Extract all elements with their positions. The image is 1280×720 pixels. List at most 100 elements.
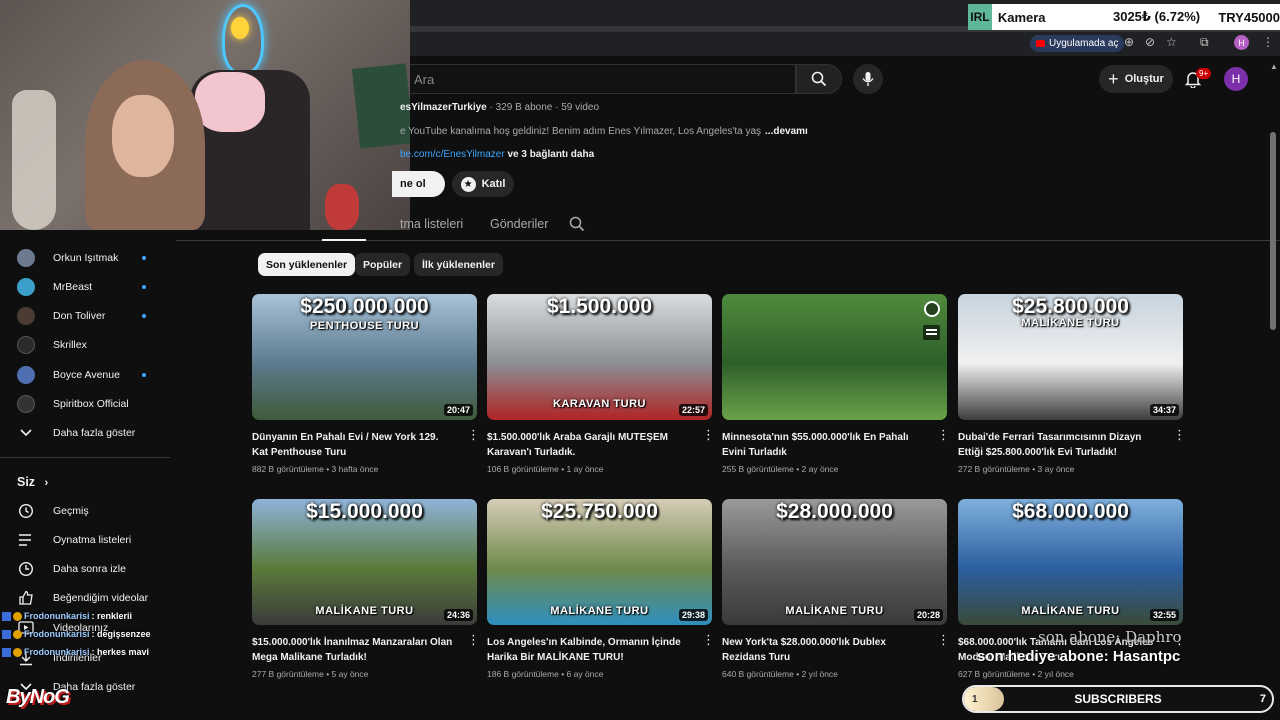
- join-button[interactable]: ★ Katıl: [452, 171, 514, 197]
- channel-avatar: [17, 307, 35, 325]
- bookmark-star-icon[interactable]: ☆: [1166, 35, 1177, 49]
- video-title[interactable]: New York'ta $28.000.000'lık Dublex Rezid…: [722, 635, 927, 665]
- sidebar-item-mrbeast[interactable]: MrBeast: [0, 273, 170, 301]
- subscribe-button[interactable]: ne ol: [392, 171, 445, 197]
- account-avatar[interactable]: H: [1224, 67, 1248, 91]
- extensions-icon[interactable]: ⧉: [1200, 35, 1209, 50]
- tab-playlists[interactable]: tma listeleri: [400, 217, 463, 231]
- browser-profile-avatar[interactable]: H: [1234, 35, 1249, 50]
- video-thumbnail[interactable]: [722, 294, 947, 420]
- filter-oldest[interactable]: İlk yüklenenler: [414, 253, 503, 276]
- video-card[interactable]: $68.000.000 MALİKANE TURU 32:55 $68.000.000…: [958, 499, 1186, 679]
- scroll-up-arrow-icon[interactable]: ▲: [1270, 62, 1278, 71]
- tab-posts[interactable]: Gönderiler: [490, 217, 548, 231]
- sidebar-item-label: Spiritbox Official: [53, 398, 129, 410]
- channel-handle[interactable]: esYilmazerTurkiye: [400, 102, 487, 113]
- filter-latest[interactable]: Son yüklenenler: [258, 253, 356, 276]
- open-in-app-button[interactable]: Uygulamada aç: [1030, 35, 1125, 52]
- sidebar-item-playlists[interactable]: Oynatma listeleri: [0, 526, 170, 554]
- sidebar-item-label: Daha sonra izle: [53, 563, 126, 575]
- video-card[interactable]: $250.000.000 PENTHOUSE TURU 20:47 Dünyanın …: [252, 294, 480, 474]
- video-thumbnail[interactable]: $25.750.000 MALİKANE TURU 29:38: [487, 499, 712, 625]
- webcam-streamer-face: [112, 95, 174, 177]
- mod-badge-icon: [2, 629, 11, 639]
- more-options-icon[interactable]: ⋮: [702, 428, 715, 441]
- sidebar-item-boyce-avenue[interactable]: Boyce Avenue: [0, 361, 170, 389]
- video-duration: 29:38: [678, 609, 708, 621]
- chat-message: Frodonunkarisi : herkes mavi: [2, 647, 149, 657]
- channel-search-icon[interactable]: [569, 216, 585, 232]
- watch-later-icon[interactable]: [924, 301, 940, 317]
- voice-search-button[interactable]: [853, 64, 883, 94]
- subscriber-goal-label: SUBSCRIBERS: [1074, 692, 1162, 706]
- video-thumbnail[interactable]: $250.000.000 PENTHOUSE TURU 20:47: [252, 294, 477, 420]
- video-title[interactable]: Dünyanın En Pahalı Evi / New York 129. K…: [252, 430, 457, 460]
- more-options-icon[interactable]: ⋮: [937, 428, 950, 441]
- video-thumbnail[interactable]: $1.500.000 KARAVAN TURU 22:57: [487, 294, 712, 420]
- sidebar-item-spiritbox[interactable]: Spiritbox Official: [0, 390, 170, 418]
- price-ticker: IRL Kamera 3025₺ (6.72%) TRY45000: [968, 4, 1280, 30]
- sidebar-item-skrillex[interactable]: Skrillex: [0, 331, 170, 359]
- sidebar-item-don-toliver[interactable]: Don Toliver: [0, 302, 170, 330]
- more-options-icon[interactable]: ⋮: [937, 633, 950, 646]
- like-icon: [17, 589, 35, 607]
- sidebar-item-liked-videos[interactable]: Beğendiğim videolar: [0, 584, 170, 612]
- video-meta: 186 B görüntüleme • 6 ay önce: [487, 669, 604, 679]
- sidebar-item-label: Don Toliver: [53, 310, 106, 322]
- search-placeholder: Ara: [414, 71, 435, 87]
- video-card[interactable]: $1.500.000 KARAVAN TURU 22:57 $1.500.000'lı…: [487, 294, 715, 474]
- video-meta: 106 B görüntüleme • 1 ay önce: [487, 464, 604, 474]
- eye-off-icon[interactable]: ⊘: [1145, 35, 1155, 49]
- webcam-overlay: [0, 0, 410, 230]
- video-card[interactable]: $25.800.000 MALİKANE TURU 34:37 Dubai'de Fe…: [958, 294, 1186, 474]
- video-meta: 627 B görüntüleme • 2 yıl önce: [958, 669, 1074, 679]
- video-card[interactable]: $28.000.000 MALİKANE TURU 20:28 New York'ta…: [722, 499, 950, 679]
- video-title[interactable]: $1.500.000'lık Araba Garajlı MUTEŞEM Kar…: [487, 430, 692, 460]
- more-links[interactable]: ve 3 bağlantı daha: [507, 149, 594, 160]
- new-content-dot: [142, 256, 146, 260]
- subscribe-label: ne ol: [400, 178, 426, 190]
- video-card[interactable]: $25.750.000 MALİKANE TURU 29:38 Los Angeles…: [487, 499, 715, 679]
- search-button[interactable]: [796, 64, 842, 94]
- new-content-dot: [142, 285, 146, 289]
- channel-description[interactable]: e YouTube kanalıma hoş geldiniz! Benim a…: [400, 126, 830, 137]
- video-thumbnail[interactable]: $15.000.000 MALİKANE TURU 24:36: [252, 499, 477, 625]
- video-title[interactable]: Minnesota'nın $55.000.000'lık En Pahalı …: [722, 430, 927, 460]
- sidebar-item-watch-later[interactable]: Daha sonra izle: [0, 555, 170, 583]
- more-options-icon[interactable]: ⋮: [467, 633, 480, 646]
- filter-popular[interactable]: Popüler: [355, 253, 411, 276]
- browser-menu-icon[interactable]: ⋮: [1262, 35, 1274, 49]
- thumbnail-subtitle: PENTHOUSE TURU: [309, 320, 420, 332]
- thumbnail-price: $25.800.000: [1012, 295, 1129, 318]
- thumbnail-price: $68.000.000: [1012, 500, 1129, 523]
- video-thumbnail[interactable]: $68.000.000 MALİKANE TURU 32:55: [958, 499, 1183, 625]
- video-thumbnail[interactable]: $28.000.000 MALİKANE TURU 20:28: [722, 499, 947, 625]
- sidebar-item-orkun-isitmak[interactable]: Orkun Işıtmak: [0, 244, 170, 272]
- channel-avatar: [17, 395, 35, 413]
- video-card[interactable]: $15.000.000 MALİKANE TURU 24:36 $15.000.000…: [252, 499, 480, 679]
- more-options-icon[interactable]: ⋮: [467, 428, 480, 441]
- more-options-icon[interactable]: ⋮: [702, 633, 715, 646]
- more-options-icon[interactable]: ⋮: [1173, 428, 1186, 441]
- zoom-icon[interactable]: ⊕: [1124, 35, 1134, 49]
- join-label: Katıl: [481, 178, 506, 190]
- video-title[interactable]: Los Angeles'ın Kalbinde, Ormanın İçinde …: [487, 635, 692, 665]
- search-input[interactable]: Ara: [400, 64, 796, 94]
- video-title[interactable]: Dubai'de Ferrari Tasarımcısının Dizayn E…: [958, 430, 1163, 460]
- add-to-queue-icon[interactable]: [923, 325, 940, 340]
- sidebar-show-more-subscriptions[interactable]: Daha fazla göster: [0, 419, 170, 447]
- thumbnail-subtitle: MALİKANE TURU: [1021, 317, 1120, 329]
- page-scrollbar[interactable]: [1270, 132, 1276, 330]
- video-thumbnail[interactable]: $25.800.000 MALİKANE TURU 34:37: [958, 294, 1183, 420]
- webcam-santa-figure: [325, 184, 359, 230]
- sidebar-item-history[interactable]: Geçmiş: [0, 497, 170, 525]
- streamer-logo: ByNoG: [6, 686, 70, 708]
- create-button[interactable]: + Oluştur: [1099, 65, 1173, 93]
- sidebar-you-heading[interactable]: Siz ›: [17, 475, 48, 489]
- description-more-link[interactable]: ...devamı: [765, 126, 808, 137]
- video-title[interactable]: $15.000.000'lık İnanılmaz Manzaraları Ol…: [252, 635, 457, 665]
- video-card[interactable]: Minnesota'nın $55.000.000'lık En Pahalı …: [722, 294, 950, 474]
- ticker-value: 3025₺ (6.72%): [1112, 9, 1201, 24]
- channel-link-url[interactable]: be.com/c/EnesYilmazer: [400, 149, 505, 160]
- chat-text: : degişsenzee: [91, 629, 151, 639]
